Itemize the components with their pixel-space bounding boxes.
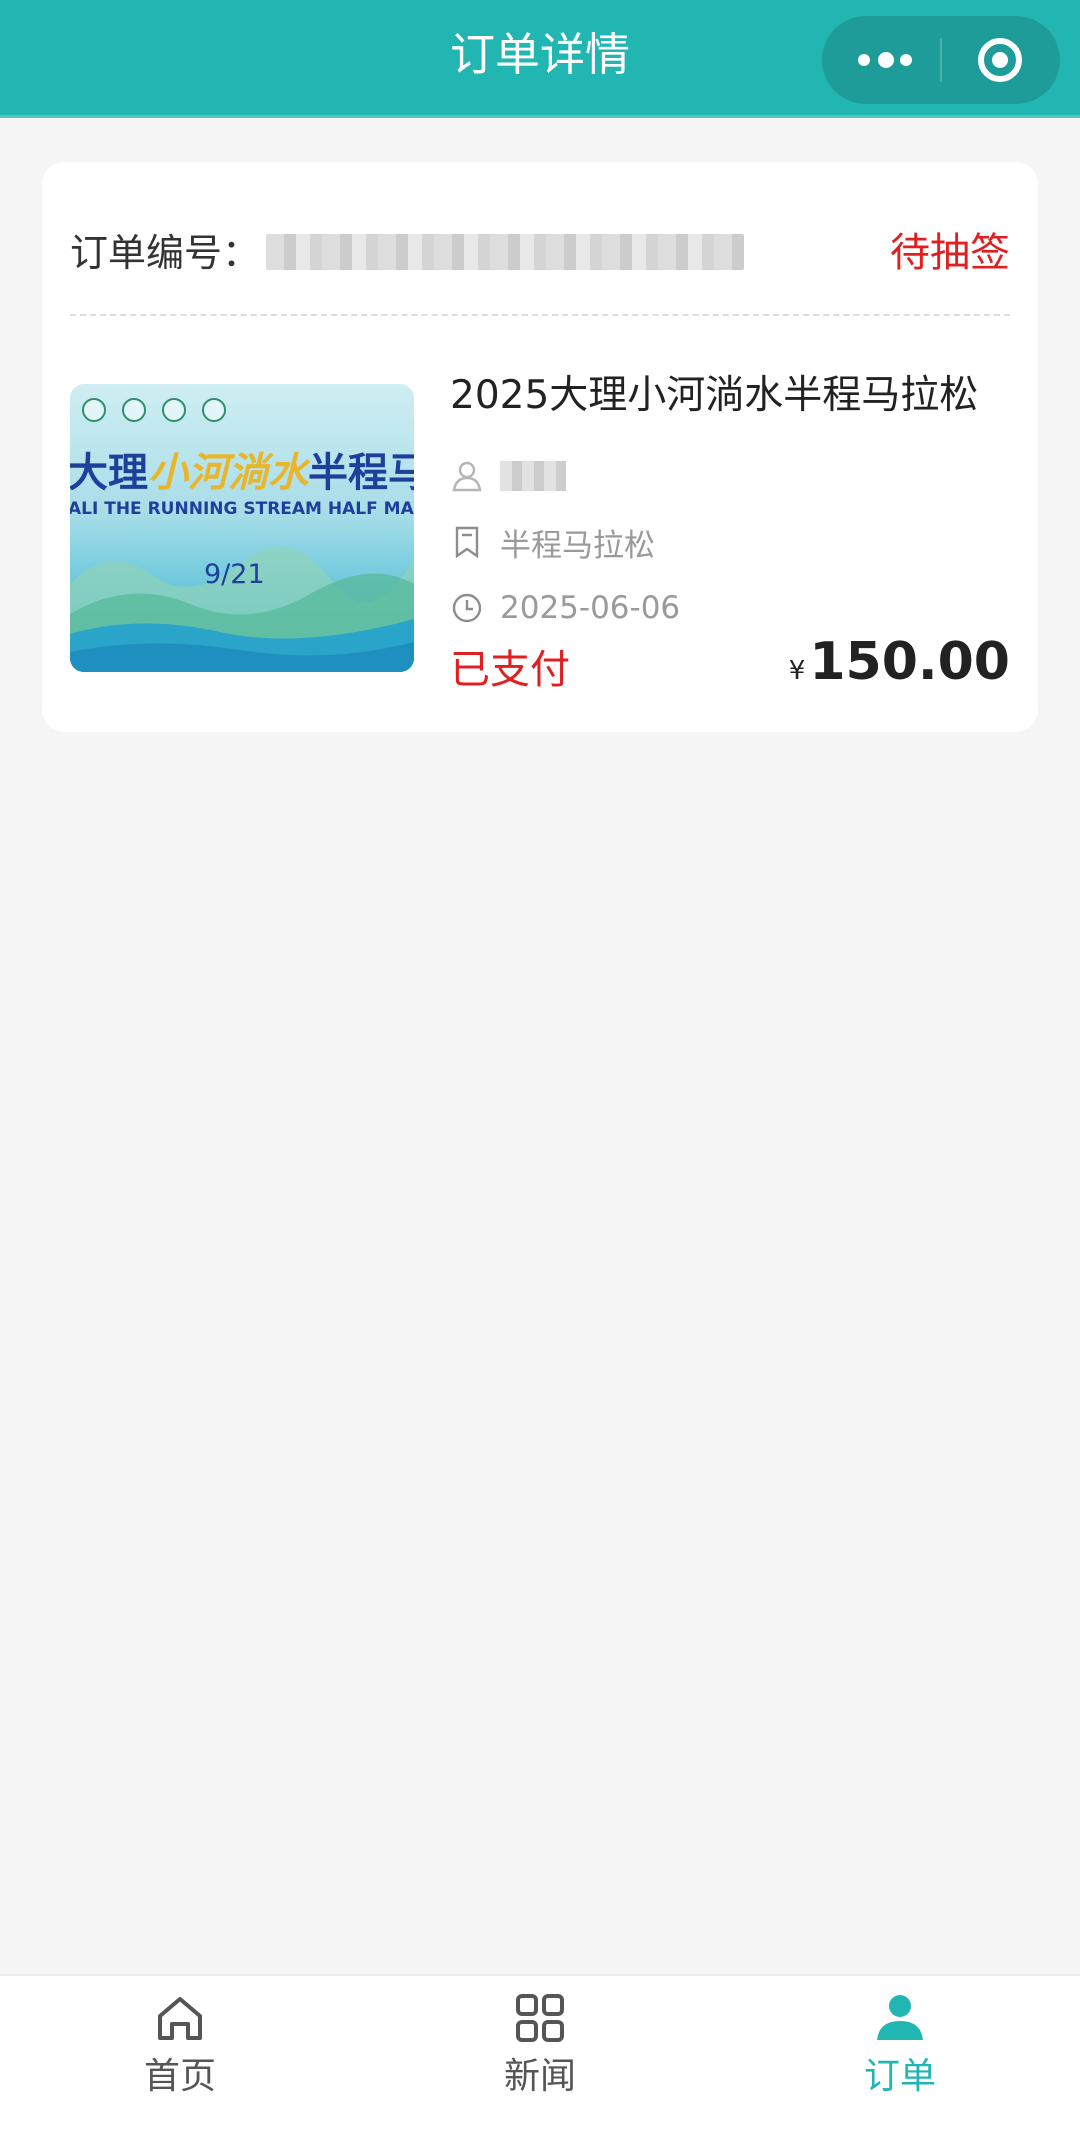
- order-price: ¥150.00: [789, 630, 1010, 706]
- grid-icon: [516, 1994, 564, 2042]
- tab-orders-label: 订单: [863, 2056, 936, 2097]
- dashed-divider: [70, 314, 1010, 316]
- top-nav-bar: 订单详情: [0, 0, 1080, 118]
- event-poster-image: 大理小河淌水半程马 ALI THE RUNNING STREAM HALF MA…: [70, 384, 414, 672]
- tab-orders[interactable]: 订单: [800, 1990, 1000, 2130]
- sponsor-logos: [78, 398, 228, 424]
- capsule-divider: [940, 38, 942, 82]
- tab-home-label: 首页: [143, 2056, 216, 2097]
- event-category: 半程马拉松: [500, 527, 655, 564]
- participant-row: [450, 452, 566, 500]
- currency-symbol: ¥: [788, 656, 806, 686]
- more-dots-icon[interactable]: [858, 50, 914, 70]
- poster-title: 大理小河淌水半程马: [70, 450, 414, 496]
- tab-news-label: 新闻: [503, 2056, 576, 2097]
- order-status-badge: 待抽签: [890, 230, 1010, 276]
- tab-news[interactable]: 新闻: [440, 1990, 640, 2130]
- target-close-icon[interactable]: [978, 38, 1022, 82]
- tab-home[interactable]: 首页: [80, 1990, 280, 2130]
- payment-status: 已支付: [450, 647, 570, 693]
- category-row: 半程马拉松: [450, 518, 655, 566]
- poster-date: 9/21: [204, 559, 265, 590]
- event-title: 2025大理小河淌水半程马拉松: [450, 373, 979, 418]
- user-outline-icon: [452, 461, 482, 492]
- date-row: 2025-06-06: [450, 584, 680, 632]
- poster-hills-graphic: [70, 547, 414, 672]
- user-icon: [877, 1995, 923, 2040]
- mini-program-capsule: [822, 16, 1060, 104]
- participant-name-redacted: [500, 461, 566, 491]
- bookmark-icon: [455, 526, 479, 559]
- order-card[interactable]: 订单编号： 待抽签 大理小河淌水半程马 ALI THE RUNNING STRE…: [42, 162, 1038, 732]
- order-number-redacted: [266, 234, 744, 270]
- bottom-tab-bar: 首页 新闻 订单: [0, 1974, 1080, 2154]
- clock-icon: [452, 593, 482, 623]
- order-date: 2025-06-06: [500, 590, 681, 626]
- home-icon: [158, 1997, 202, 2040]
- poster-subtitle: ALI THE RUNNING STREAM HALF MAR: [70, 499, 414, 519]
- price-amount: 150.00: [809, 632, 1010, 692]
- order-number-label: 订单编号：: [70, 231, 261, 275]
